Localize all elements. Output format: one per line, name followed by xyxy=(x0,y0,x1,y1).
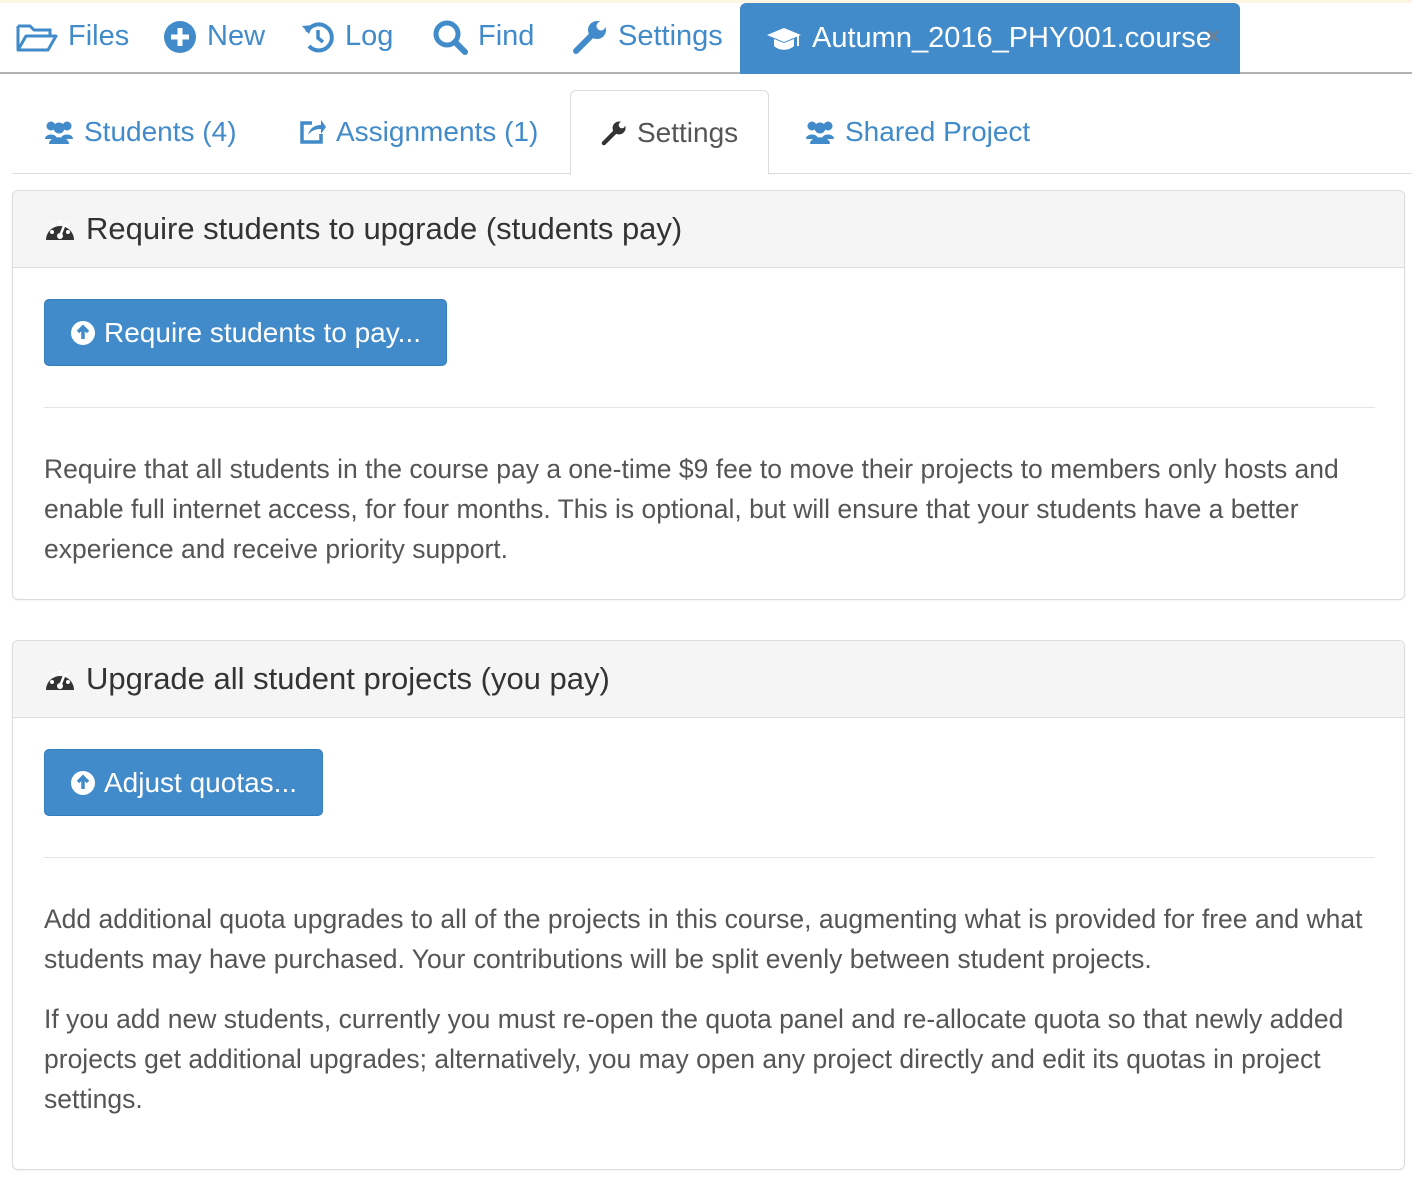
wrench-icon xyxy=(601,120,626,145)
dashboard-icon xyxy=(46,670,74,690)
course-tabs: Students (4) Assignments (1) Settings Sh… xyxy=(12,90,1412,175)
graduation-cap-icon xyxy=(767,27,801,50)
find-label: Find xyxy=(478,20,535,52)
search-icon xyxy=(433,20,468,55)
log-tab[interactable]: Log xyxy=(301,0,393,73)
panel-title: Upgrade all student projects (you pay) xyxy=(86,661,610,696)
folder-open-icon xyxy=(16,24,58,51)
tab-shared-project-label: Shared Project xyxy=(845,116,1031,147)
tab-students-label: Students (4) xyxy=(84,116,237,147)
new-tab[interactable]: New xyxy=(163,0,265,73)
files-label: Files xyxy=(68,20,130,52)
divider xyxy=(44,407,1375,408)
panel-description: Require that all students in the course … xyxy=(44,454,1339,564)
panel-heading: Upgrade all student projects (you pay) xyxy=(13,641,1404,718)
panel-description: Add additional quota upgrades to all of … xyxy=(44,904,1363,974)
require-students-pay-button[interactable]: Require students to pay... xyxy=(44,299,447,366)
divider xyxy=(44,857,1375,858)
tab-students[interactable]: Students (4) xyxy=(14,90,267,174)
panel-note: If you add new students, currently you m… xyxy=(44,1004,1344,1114)
tab-settings-label: Settings xyxy=(637,116,739,148)
dashboard-icon xyxy=(46,220,74,240)
tab-settings[interactable]: Settings xyxy=(570,90,770,175)
arrow-circle-up-icon xyxy=(71,770,95,795)
close-icon[interactable]: × xyxy=(1206,25,1220,49)
panel-heading: Require students to upgrade (students pa… xyxy=(13,191,1404,268)
settings-label: Settings xyxy=(618,20,723,52)
plus-circle-icon xyxy=(164,20,196,53)
students-pay-panel: Require students to upgrade (students pa… xyxy=(12,190,1405,600)
tab-assignments[interactable]: Assignments (1) xyxy=(268,90,568,174)
button-label: Require students to pay... xyxy=(104,316,421,348)
course-file-label: Autumn_2016_PHY001.course xyxy=(812,22,1212,54)
you-pay-panel: Upgrade all student projects (you pay) A… xyxy=(12,640,1405,1170)
button-label: Adjust quotas... xyxy=(104,766,298,798)
tab-shared-project[interactable]: Shared Project xyxy=(775,90,1060,174)
share-square-icon xyxy=(300,120,326,144)
adjust-quotas-button[interactable]: Adjust quotas... xyxy=(44,749,324,816)
users-icon xyxy=(45,121,73,144)
panel-title: Require students to upgrade (students pa… xyxy=(86,211,683,246)
arrow-circle-up-icon xyxy=(71,320,95,345)
users-icon xyxy=(806,121,834,144)
log-label: Log xyxy=(345,20,394,52)
settings-tab[interactable]: Settings xyxy=(572,0,723,73)
files-tab[interactable]: Files xyxy=(16,0,129,73)
new-label: New xyxy=(207,20,266,52)
find-tab[interactable]: Find xyxy=(432,0,534,73)
history-icon xyxy=(302,21,334,52)
wrench-icon xyxy=(573,20,606,54)
tab-assignments-label: Assignments (1) xyxy=(336,116,539,147)
project-top-bar: Files New Log Find Settings Autumn_2016_… xyxy=(0,0,1412,74)
course-file-tab[interactable]: Autumn_2016_PHY001.course × xyxy=(740,3,1240,74)
